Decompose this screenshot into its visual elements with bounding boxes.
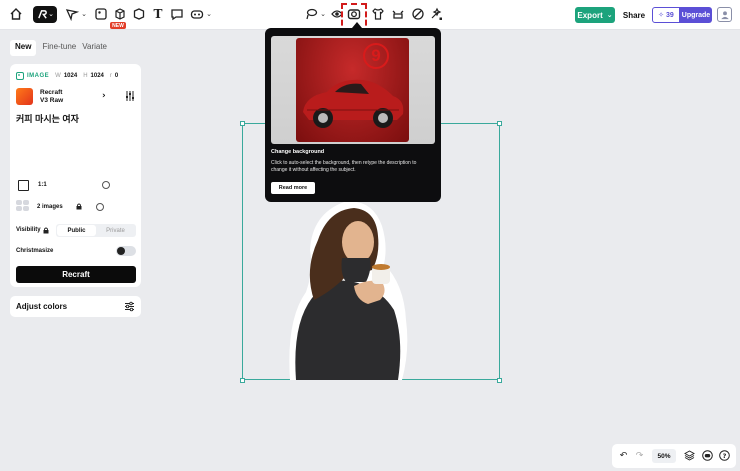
- comment-tool-icon[interactable]: [170, 7, 184, 21]
- export-label: Export: [577, 10, 603, 20]
- help-icon[interactable]: ?: [719, 450, 730, 461]
- tooltip-description: Click to auto-select the background, the…: [271, 160, 417, 173]
- adjust-colors-panel[interactable]: Adjust colors: [10, 296, 141, 317]
- height-value[interactable]: 1024: [91, 73, 104, 79]
- prompt-input[interactable]: 커피 마시는 여자: [16, 112, 79, 125]
- image-settings-row: IMAGE W 1024 H 1024 r 0: [16, 71, 118, 81]
- visibility-toggle: Public Private: [56, 224, 136, 237]
- ratio-radio[interactable]: [102, 181, 110, 189]
- home-icon[interactable]: [9, 7, 23, 21]
- cube-tool-icon[interactable]: [132, 7, 146, 21]
- top-toolbar: ⌄ ⌄ NEW T ⌄ ⌄ Export ⌄ Share ✧ 39 Upgrad…: [0, 0, 740, 34]
- redo-icon[interactable]: ↷: [634, 450, 645, 461]
- visibility-label: Visibility: [16, 227, 41, 233]
- magic-tool-icon[interactable]: [429, 7, 443, 21]
- zoom-level[interactable]: 50%: [652, 449, 676, 463]
- recraft-button[interactable]: Recraft: [16, 266, 136, 283]
- tab-variate[interactable]: Variate: [82, 40, 107, 56]
- resize-handle-top-right[interactable]: [497, 121, 502, 126]
- select-tool-icon[interactable]: [65, 7, 79, 21]
- extra-value[interactable]: 0: [115, 73, 118, 79]
- brush-tool-icon[interactable]: [411, 7, 425, 21]
- model-selector[interactable]: Recraft V3 Raw ›: [16, 88, 136, 108]
- chevron-down-icon[interactable]: ⌄: [206, 10, 212, 18]
- model-name: Recraft: [40, 89, 63, 96]
- count-radio[interactable]: [96, 203, 104, 211]
- export-button[interactable]: Export ⌄: [575, 7, 615, 23]
- avatar[interactable]: [717, 7, 732, 22]
- mockup-tool-icon[interactable]: [113, 7, 127, 21]
- chevron-down-icon: ⌄: [48, 10, 54, 18]
- christmasize-row: Christmasize: [16, 246, 136, 258]
- model-version: V3 Raw: [40, 97, 64, 104]
- aspect-ratio-row[interactable]: 1:1: [18, 180, 136, 192]
- image-icon: [16, 72, 24, 80]
- visibility-private[interactable]: Private: [96, 225, 135, 236]
- chevron-right-icon[interactable]: ›: [102, 91, 106, 101]
- resize-handle-bottom-right[interactable]: [497, 378, 502, 383]
- chevron-down-icon[interactable]: ⌄: [81, 10, 87, 18]
- read-more-button[interactable]: Read more: [271, 182, 315, 194]
- tab-new[interactable]: New: [10, 40, 37, 56]
- sliders-icon[interactable]: [124, 301, 135, 312]
- image-count-value: 2 images: [37, 204, 63, 210]
- svg-text:?: ?: [723, 452, 727, 460]
- height-label: H: [83, 73, 88, 79]
- width-label: W: [55, 73, 61, 79]
- image-type-label[interactable]: IMAGE: [27, 73, 49, 79]
- diamond-icon: ✧: [658, 11, 665, 19]
- sliders-icon[interactable]: [124, 90, 136, 102]
- text-tool-icon[interactable]: T: [151, 7, 165, 21]
- image-tool-icon[interactable]: [94, 7, 108, 21]
- width-value[interactable]: 1024: [64, 73, 77, 79]
- brand-menu-button[interactable]: ⌄: [33, 6, 57, 23]
- generation-tabs: New Fine-tune Variate: [10, 40, 107, 56]
- new-badge: NEW: [110, 22, 126, 29]
- share-button[interactable]: Share: [620, 7, 648, 23]
- gamepad-tool-icon[interactable]: [190, 7, 204, 21]
- visibility-row: Visibility Public Private: [16, 224, 136, 237]
- canvas-image-woman-drinking-coffee[interactable]: [284, 200, 410, 380]
- user-icon: [720, 10, 729, 19]
- aspect-ratio-icon: [18, 180, 29, 191]
- chevron-down-icon[interactable]: ⌄: [320, 10, 326, 18]
- bottom-controls: ↶ ↷ 50% ?: [612, 444, 736, 468]
- generation-panel: IMAGE W 1024 H 1024 r 0 Recraft V3 Raw ›…: [10, 64, 141, 287]
- toggle-knob: [117, 247, 125, 255]
- visibility-public[interactable]: Public: [57, 225, 96, 236]
- recraft-logo-icon: [38, 10, 47, 19]
- chevron-down-icon: ⌄: [606, 11, 613, 19]
- creature-tool-icon[interactable]: [391, 7, 405, 21]
- resize-handle-top-left[interactable]: [240, 121, 245, 126]
- resize-handle-bottom-left[interactable]: [240, 378, 245, 383]
- discord-icon[interactable]: [702, 450, 713, 461]
- aspect-ratio-value: 1:1: [38, 182, 47, 188]
- lock-icon: [43, 227, 49, 234]
- shirt-tool-icon[interactable]: [371, 7, 385, 21]
- tooltip-preview-image: [271, 36, 435, 144]
- step-number-badge: 9: [363, 43, 389, 69]
- christmasize-label: Christmasize: [16, 248, 54, 254]
- adjust-colors-label: Adjust colors: [16, 302, 68, 311]
- images-icon: [16, 200, 31, 212]
- layers-icon[interactable]: [684, 450, 695, 461]
- undo-icon[interactable]: ↶: [618, 450, 629, 461]
- lasso-tool-icon[interactable]: [304, 7, 318, 21]
- credits-count: 39: [666, 11, 674, 19]
- model-thumbnail: [16, 88, 33, 105]
- tooltip-title: Change background: [271, 149, 325, 155]
- red-car-illustration: [303, 79, 404, 128]
- lock-icon: [76, 203, 82, 210]
- upgrade-button[interactable]: Upgrade: [680, 7, 712, 23]
- extra-label: r: [109, 73, 112, 79]
- credits-badge[interactable]: ✧ 39: [652, 7, 680, 23]
- tab-fine-tune[interactable]: Fine-tune: [42, 40, 76, 56]
- christmasize-toggle[interactable]: [116, 246, 136, 256]
- feature-tooltip: Change background Click to auto-select t…: [265, 28, 441, 202]
- image-count-row[interactable]: 2 images: [16, 198, 136, 214]
